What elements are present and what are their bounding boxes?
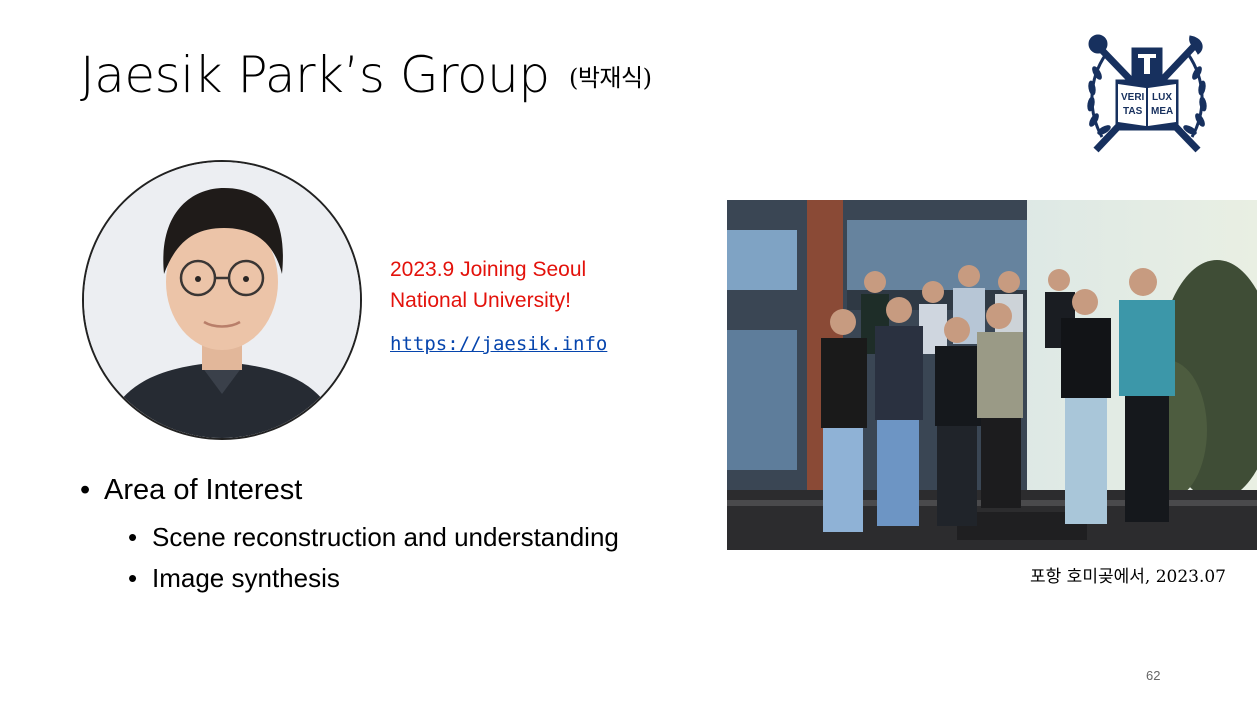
bullet-icon: • [80, 474, 91, 506]
interest-heading-text: Area of Interest [104, 474, 303, 506]
logo-text-lux: LUX [1152, 92, 1172, 103]
logo-text-tas: TAS [1123, 106, 1143, 117]
announcement-line-1: 2023.9 Joining Seoul [390, 258, 587, 281]
slide-title-text: Jaesik Park’s Group [80, 46, 550, 104]
profile-portrait [82, 160, 362, 440]
interest-heading: • Area of Interest [80, 474, 302, 507]
announcement-line-2: National University! [390, 289, 571, 312]
interest-item: • Image synthesis [128, 563, 340, 594]
interest-item-text: Image synthesis [152, 563, 340, 593]
announcement: 2023.9 Joining Seoul National University… [390, 254, 586, 316]
page-number: 62 [1146, 668, 1161, 683]
slide-title: Jaesik Park’s Group (박재식) [80, 40, 652, 113]
photo-caption: 포항 호미곶에서, 2023.07 [1030, 567, 1226, 587]
bullet-icon: • [128, 522, 138, 552]
bullet-icon: • [128, 563, 138, 593]
interest-item-text: Scene reconstruction and understanding [152, 522, 619, 552]
slide: Jaesik Park’s Group (박재식) VERI TAS LUX M… [0, 0, 1257, 706]
logo-text-mea: MEA [1151, 106, 1173, 117]
homepage-link[interactable]: https://jaesik.info [390, 333, 607, 355]
slide-title-korean: (박재식) [568, 64, 652, 92]
logo-text-veri: VERI [1121, 92, 1145, 103]
interest-item: • Scene reconstruction and understanding [128, 522, 619, 553]
university-logo: VERI TAS LUX MEA [1087, 34, 1207, 153]
group-photo [727, 200, 1257, 550]
